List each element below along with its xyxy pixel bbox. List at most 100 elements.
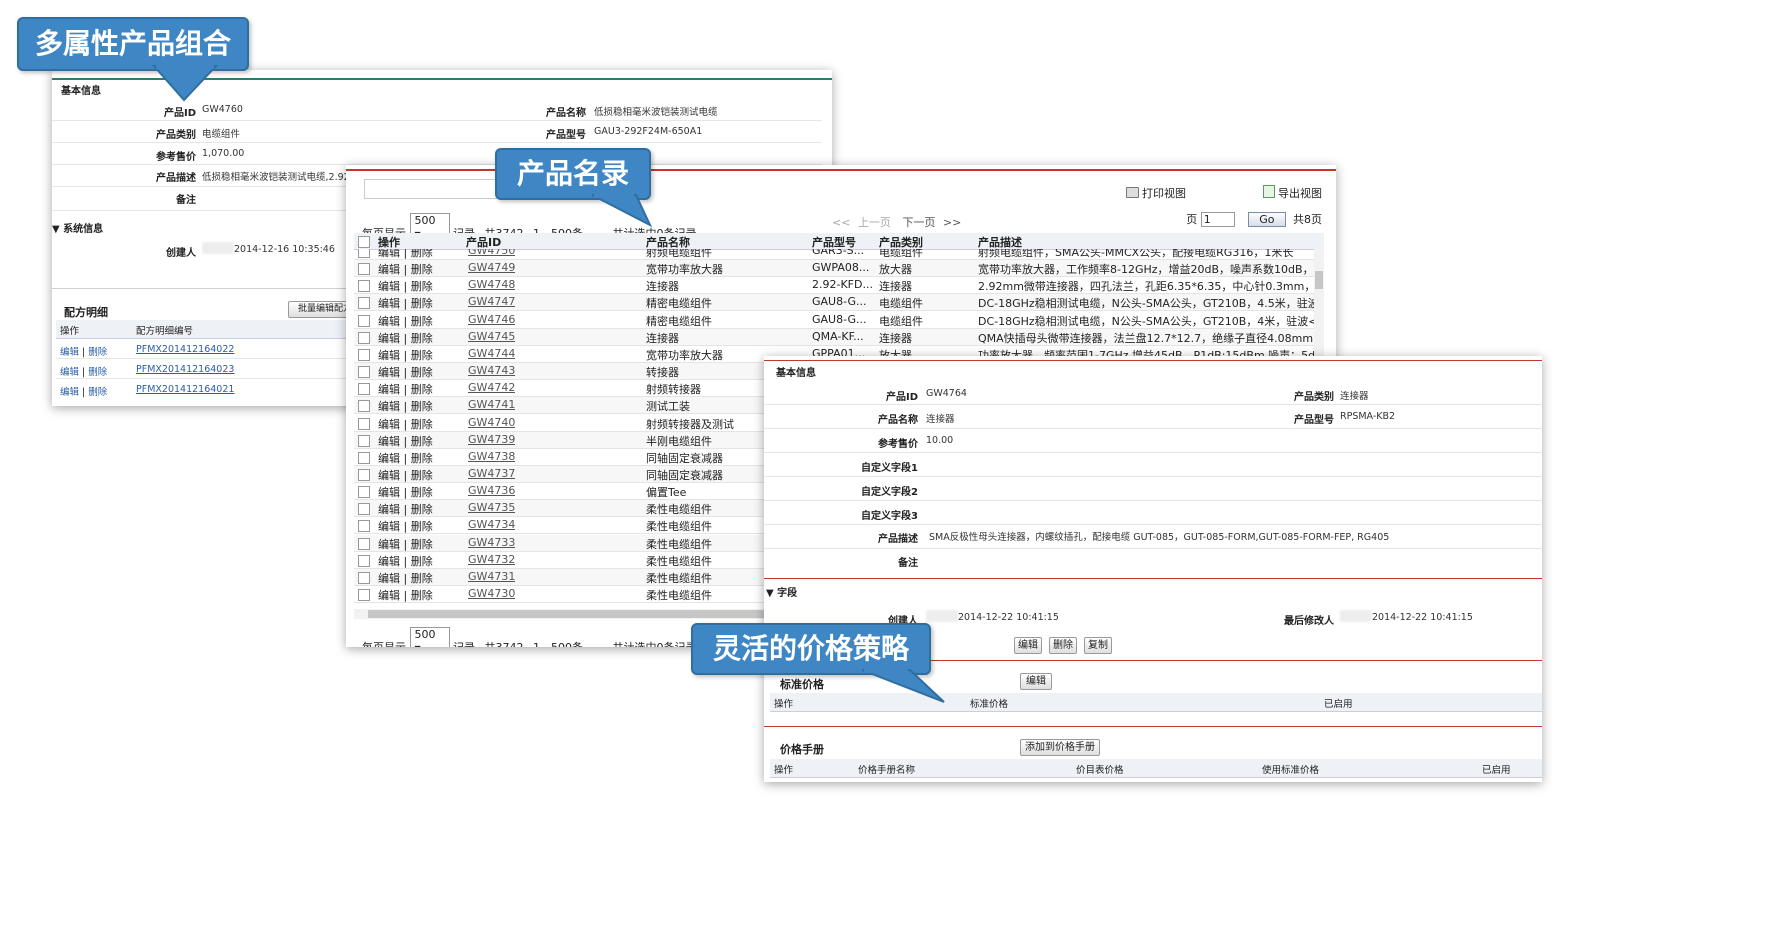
col-category[interactable]: 产品类别 (879, 234, 923, 250)
next-page-link[interactable]: 下一页 (902, 216, 935, 229)
row-actions[interactable]: 编辑 | 删除 (378, 347, 433, 363)
row-actions[interactable]: 编辑 | 删除 (378, 364, 433, 380)
row-checkbox[interactable] (358, 263, 370, 276)
formula-code-link[interactable]: PFMX201412164022 (136, 344, 234, 355)
row-actions[interactable]: 编辑 | 删除 (378, 381, 433, 397)
fields-section-toggle[interactable]: ▼ 字段 (766, 584, 797, 599)
product-id-link[interactable]: GW4748 (468, 278, 515, 291)
row-checkbox[interactable] (358, 383, 370, 396)
table-row[interactable]: 编辑 | 删除 GW4746 精密电缆组件 GAU8-G... 电缆组件 DC-18GHz… (354, 312, 1314, 329)
formula-code-link[interactable]: PFMX201412164023 (136, 364, 234, 375)
row-actions[interactable]: 编辑 | 删除 (378, 450, 433, 466)
export-view-button[interactable]: 导出视图 (1262, 185, 1322, 201)
row-checkbox[interactable] (358, 280, 370, 293)
edit-link[interactable]: 编辑 (60, 367, 79, 378)
row-checkbox[interactable] (358, 249, 370, 258)
col-id[interactable]: 产品ID (466, 234, 501, 250)
row-checkbox[interactable] (358, 434, 370, 447)
row-checkbox[interactable] (358, 589, 370, 601)
product-id-link[interactable]: GW4730 (468, 587, 515, 600)
row-actions[interactable]: 编辑 | 删除 (378, 518, 433, 534)
per-page-select[interactable]: 500 ▼ (409, 627, 450, 647)
delete-link[interactable]: 删除 (88, 347, 107, 358)
row-checkbox[interactable] (358, 451, 370, 464)
std-price-edit-button[interactable]: 编辑 (1020, 673, 1052, 690)
table-row[interactable]: 编辑 | 删除 GW4749 宽带功率放大器 GWPA08... 放大器 宽带功率放大器，… (354, 260, 1314, 278)
row-checkbox[interactable] (358, 366, 370, 379)
row-checkbox[interactable] (358, 537, 370, 550)
product-id-link[interactable]: GW4736 (468, 484, 515, 497)
row-actions[interactable]: 编辑 | 删除 (378, 501, 433, 517)
row-checkbox[interactable] (358, 314, 370, 327)
product-id-link[interactable]: GW4737 (468, 467, 515, 480)
delete-link[interactable]: 删除 (88, 367, 107, 378)
row-actions[interactable]: 编辑 | 删除 (378, 330, 433, 346)
delete-button[interactable]: 删除 (1049, 637, 1077, 654)
table-row[interactable]: 编辑 | 删除 GW4747 精密电缆组件 GAU8-G... 电缆组件 DC-18GHz… (354, 294, 1314, 312)
col-name[interactable]: 产品名称 (646, 234, 690, 250)
row-actions[interactable]: 编辑 | 删除 (378, 433, 433, 449)
row-actions[interactable]: 编辑 | 删除 (378, 313, 433, 329)
col-model[interactable]: 产品型号 (812, 234, 856, 250)
product-id-link[interactable]: GW4738 (468, 450, 515, 463)
row-checkbox[interactable] (358, 503, 370, 516)
print-view-button[interactable]: 打印视图 (1125, 185, 1186, 201)
edit-link[interactable]: 编辑 (60, 387, 79, 398)
page-input[interactable]: 1 (1200, 212, 1235, 227)
system-info-title[interactable]: ▼ 系统信息 (52, 220, 103, 235)
go-button[interactable]: Go (1248, 212, 1286, 227)
copy-button[interactable]: 复制 (1084, 637, 1112, 654)
product-id-link[interactable]: GW4734 (468, 518, 515, 531)
row-checkbox[interactable] (358, 468, 370, 481)
row-actions[interactable]: 编辑 | 删除 (378, 416, 433, 432)
product-id-link[interactable]: GW4741 (468, 398, 515, 411)
row-checkbox[interactable] (358, 554, 370, 567)
table-row[interactable]: 编辑 | 删除 GW4745 连接器 QMA-KF... 连接器 QMA快插母头微带连接器… (354, 328, 1314, 346)
row-checkbox[interactable] (358, 417, 370, 430)
product-id-link[interactable]: GW4739 (468, 433, 515, 446)
product-id-link[interactable]: GW4731 (468, 570, 515, 583)
row-actions[interactable]: 编辑 | 删除 (378, 261, 433, 277)
product-id-link[interactable]: GW4735 (468, 501, 515, 514)
row-actions[interactable]: 编辑 | 删除 (378, 587, 433, 603)
table-row[interactable]: 编辑 | 删除 GW4750 射频电缆组件 GAR3-S... 电缆组件 射频电缆组件，S… (354, 249, 1314, 260)
product-id-link[interactable]: GW4742 (468, 381, 515, 394)
row-checkbox[interactable] (358, 400, 370, 413)
col-desc[interactable]: 产品描述 (978, 234, 1022, 250)
row-actions[interactable]: 编辑 | 删除 (378, 536, 433, 552)
edit-link[interactable]: 编辑 (60, 347, 79, 358)
delete-link[interactable]: 删除 (88, 387, 107, 398)
row-checkbox[interactable] (358, 297, 370, 310)
row-checkbox[interactable] (358, 348, 370, 361)
row-checkbox[interactable] (358, 486, 370, 499)
row-checkbox[interactable] (358, 331, 370, 344)
product-id-link[interactable]: GW4732 (468, 553, 515, 566)
select-all-checkbox[interactable] (358, 236, 370, 248)
row-actions[interactable]: 编辑 | 删除 (378, 295, 433, 311)
row-checkbox[interactable] (358, 520, 370, 533)
last-page-link[interactable]: >> (943, 216, 961, 229)
row-actions[interactable]: 编辑 | 删除 (378, 278, 433, 294)
product-id-link[interactable]: GW4744 (468, 347, 515, 360)
product-id-link[interactable]: GW4746 (468, 313, 515, 326)
row-actions[interactable]: 编辑 | 删除 (378, 484, 433, 500)
product-id-link[interactable]: GW4745 (468, 330, 515, 343)
add-to-pricebook-button[interactable]: 添加到价格手册 (1020, 739, 1100, 756)
product-id-link[interactable]: GW4743 (468, 364, 515, 377)
table-row[interactable]: 编辑 | 删除 GW4748 连接器 2.92-KFD... 连接器 2.92mm微带连接… (354, 277, 1314, 295)
row-actions[interactable]: 编辑 | 删除 (378, 398, 433, 414)
prev-page-link[interactable]: 上一页 (858, 216, 891, 229)
edit-button[interactable]: 编辑 (1014, 637, 1042, 654)
scrollbar-thumb[interactable] (1315, 271, 1323, 289)
row-checkbox[interactable] (358, 571, 370, 584)
col-op[interactable]: 操作 (378, 234, 400, 250)
product-id-link[interactable]: GW4733 (468, 536, 515, 549)
first-page-link[interactable]: << (832, 216, 850, 229)
row-actions[interactable]: 编辑 | 删除 (378, 467, 433, 483)
product-id-link[interactable]: GW4740 (468, 416, 515, 429)
formula-code-link[interactable]: PFMX201412164021 (136, 384, 234, 395)
row-actions[interactable]: 编辑 | 删除 (378, 570, 433, 586)
product-id-link[interactable]: GW4749 (468, 261, 515, 274)
product-id-link[interactable]: GW4747 (468, 295, 515, 308)
product-id-link[interactable]: GW4750 (468, 249, 515, 257)
